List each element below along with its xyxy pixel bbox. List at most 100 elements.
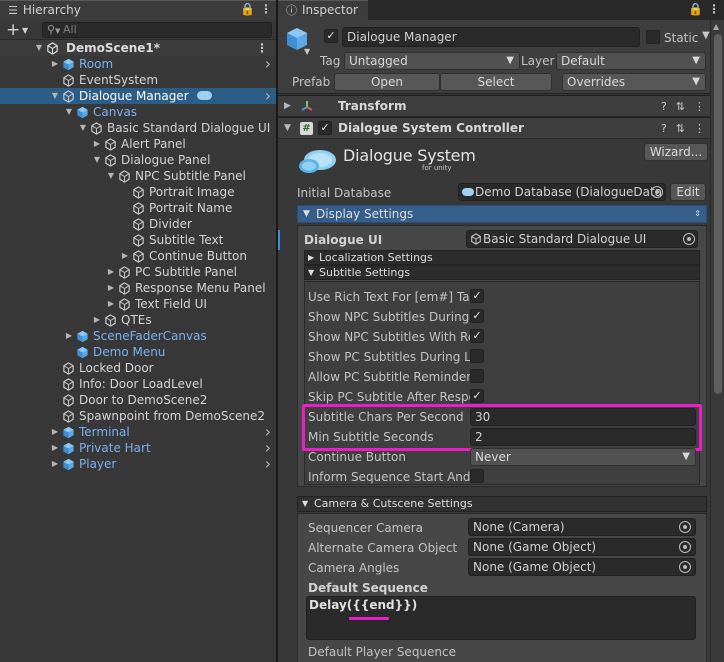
hierarchy-item[interactable]: ▶ SceneFaderCanvas [0,328,276,344]
fold-open-icon[interactable]: ▼ [106,168,116,184]
fold-closed-icon[interactable]: ▶ [106,264,116,280]
search-dropdown-icon[interactable]: ▼ [55,24,60,38]
edit-database-button[interactable]: Edit [670,183,706,201]
hierarchy-item[interactable]: ▶ Player › [0,456,276,472]
hierarchy-item[interactable]: Subtitle Text [0,232,276,248]
component-enabled-checkbox[interactable]: ✓ [318,121,332,135]
initial-database-field[interactable]: Demo Database (DialogueData [458,183,666,201]
subtitle-field-checkbox[interactable] [470,369,484,383]
hierarchy-item[interactable]: ▶ Continue Button [0,248,276,264]
chevron-right-icon[interactable]: › [265,88,271,104]
camera-settings-foldout[interactable]: ▼ Camera & Cutscene Settings [297,496,707,512]
inspector-tab[interactable]: ⓘ Inspector [278,0,368,20]
hierarchy-item[interactable]: ▶ QTEs [0,312,276,328]
hierarchy-item[interactable]: ▶ Response Menu Panel [0,280,276,296]
hierarchy-item[interactable]: Spawnpoint from DemoScene2 [0,408,276,424]
hierarchy-tab[interactable]: ☰ Hierarchy [0,0,276,20]
hierarchy-item[interactable]: ▼ Dialogue Manager › [0,88,276,104]
fold-closed-icon[interactable]: ▶ [50,456,60,472]
help-icon[interactable]: ? [661,100,676,113]
fold-closed-icon[interactable]: ▶ [106,296,116,312]
fold-closed-icon[interactable]: ▶ [64,328,74,344]
subtitle-field-checkbox[interactable]: ✓ [470,309,484,323]
lock-icon[interactable]: 🔒 [240,2,255,16]
transform-component-header[interactable]: ▶ Transform ?⇅⋮ [278,95,724,117]
scroll-up-icon[interactable]: ▲ [713,22,719,31]
subtitle-field-input[interactable]: 30 [470,408,696,426]
localization-settings-foldout[interactable]: ▶ Localization Settings [304,250,700,265]
add-icon[interactable]: + [6,20,20,40]
wizard-button[interactable]: Wizard... [644,143,708,161]
hierarchy-item[interactable]: ▼ Canvas [0,104,276,120]
scroll-thumb[interactable] [714,34,722,394]
scene-row[interactable]: ▼ DemoScene1* ⋮ [0,40,276,56]
fold-closed-icon[interactable]: ▶ [50,424,60,440]
prefab-select-button[interactable]: Select [440,73,552,91]
hierarchy-item[interactable]: Locked Door [0,360,276,376]
layer-dropdown[interactable]: Default ▼ [556,52,706,70]
subtitle-field-checkbox[interactable]: ✓ [470,329,484,343]
hierarchy-item[interactable]: EventSystem [0,72,276,88]
hierarchy-item[interactable]: ▼ Basic Standard Dialogue UI [0,120,276,136]
prefab-overrides-dropdown[interactable]: Overrides ▼ [562,73,706,91]
fold-open-icon[interactable]: ▼ [34,40,44,56]
presets-icon[interactable]: ⇅ [676,122,694,135]
help-icon[interactable]: ? [661,122,676,135]
object-picker-icon[interactable] [679,561,691,573]
subtitle-field-checkbox[interactable] [470,469,484,483]
display-settings-foldout[interactable]: ▼ Display Settings ⇕ [297,205,707,223]
chevron-right-icon[interactable]: › [265,56,271,72]
tab-menu-icon[interactable]: ⋮ [260,2,272,16]
camera-object-field[interactable]: None (Camera) [468,518,696,536]
subtitle-settings-foldout[interactable]: ▼ Subtitle Settings [304,265,700,280]
subtitle-field-checkbox[interactable] [470,349,484,363]
hierarchy-item[interactable]: ▶ Terminal › [0,424,276,440]
hierarchy-item[interactable]: Info: Door LoadLevel [0,376,276,392]
hierarchy-item[interactable]: ▶ Alert Panel [0,136,276,152]
active-checkbox[interactable]: ✓ [324,29,338,43]
add-dropdown-icon[interactable]: ▼ [22,21,28,41]
fold-closed-icon[interactable]: ▶ [106,280,116,296]
lock-icon[interactable]: 🔒 [688,2,703,16]
hierarchy-item[interactable]: Divider [0,216,276,232]
subtitle-field-checkbox[interactable]: ✓ [470,389,484,403]
continue-button-dropdown[interactable]: Never ▼ [470,448,696,466]
dialogue-ui-field[interactable]: Basic Standard Dialogue UI [466,230,698,248]
camera-object-field[interactable]: None (Game Object) [468,558,696,576]
fold-closed-icon[interactable]: ▶ [92,136,102,152]
camera-object-field[interactable]: None (Game Object) [468,538,696,556]
object-picker-icon[interactable] [651,186,663,198]
object-name-input[interactable]: Dialogue Manager [342,27,640,47]
dialogue-controller-component-header[interactable]: ▼ # ✓ Dialogue System Controller ?⇅⋮ [278,117,724,139]
hierarchy-item[interactable]: ▼ NPC Subtitle Panel [0,168,276,184]
hierarchy-item[interactable]: ▶ Room › [0,56,276,72]
object-picker-icon[interactable] [679,541,691,553]
static-checkbox[interactable] [646,30,660,44]
fold-open-icon[interactable]: ▼ [50,88,60,104]
presets-icon[interactable]: ⇅ [676,100,694,113]
hierarchy-item[interactable]: Demo Menu [0,344,276,360]
hierarchy-item[interactable]: Portrait Image [0,184,276,200]
hierarchy-search-input[interactable]: ⚲ ▼ All [42,22,272,38]
hierarchy-item[interactable]: Portrait Name [0,200,276,216]
fold-open-icon[interactable]: ▼ [92,152,102,168]
fold-closed-icon[interactable]: ▶ [50,440,60,456]
fold-closed-icon[interactable]: ▶ [120,248,130,264]
fold-closed-icon[interactable]: ▶ [92,312,102,328]
hierarchy-item[interactable]: ▼ Dialogue Panel [0,152,276,168]
tag-dropdown[interactable]: Untagged ▼ [344,52,520,70]
inspector-scrollbar[interactable]: ▲ [710,20,724,662]
static-dropdown-icon[interactable]: ▼ [702,30,710,41]
fold-open-icon[interactable]: ▼ [64,104,74,120]
hierarchy-item[interactable]: ▶ PC Subtitle Panel [0,264,276,280]
tab-menu-icon[interactable]: ⋮ [708,2,720,16]
chevron-right-icon[interactable]: › [265,456,271,472]
object-picker-icon[interactable] [683,233,695,245]
fold-open-icon[interactable]: ▼ [284,118,291,139]
subtitle-field-checkbox[interactable]: ✓ [470,289,484,303]
subtitle-field-input[interactable]: 2 [470,428,696,446]
icon-dropdown-icon[interactable]: ▼ [304,47,310,56]
hierarchy-item[interactable]: Door to DemoScene2 [0,392,276,408]
hierarchy-item[interactable]: ▶ Private Hart › [0,440,276,456]
object-picker-icon[interactable] [679,521,691,533]
